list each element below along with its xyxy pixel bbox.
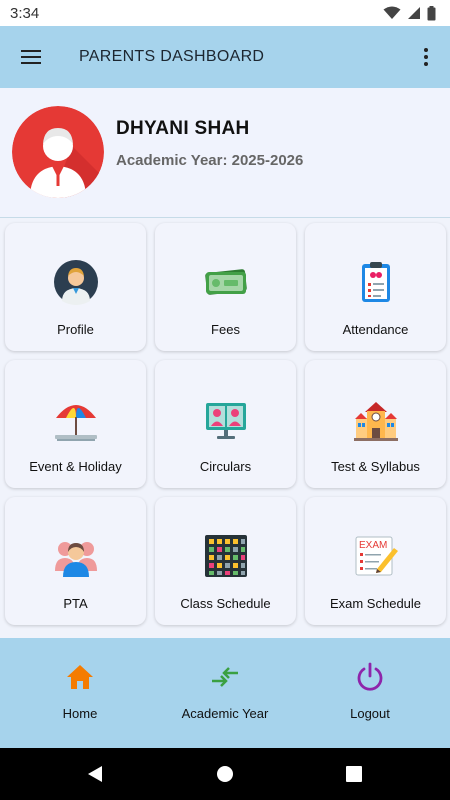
home-circle-icon[interactable] <box>213 762 237 786</box>
nav-label: Home <box>62 706 98 721</box>
presentation-board-icon <box>206 403 246 439</box>
page-title: PARENTS DASHBOARD <box>79 48 265 65</box>
tile-label: Test & Syllabus <box>331 459 420 474</box>
tile-exam-schedule[interactable]: EXAM Exam Schedule <box>305 497 446 625</box>
nav-label: Academic Year <box>181 706 269 721</box>
app-bar: PARENTS DASHBOARD <box>0 26 450 88</box>
more-vert-icon <box>424 48 428 66</box>
system-nav-bar <box>0 748 450 800</box>
wifi-icon <box>383 6 401 19</box>
status-icons <box>383 5 436 21</box>
battery-icon <box>427 5 436 20</box>
tile-label: Fees <box>211 322 240 337</box>
back-icon[interactable] <box>84 762 108 786</box>
exam-paper-icon: EXAM <box>355 536 398 576</box>
avatar-person-icon <box>12 106 104 198</box>
tile-label: Exam Schedule <box>329 596 422 611</box>
calendar-grid-icon <box>205 535 247 577</box>
banknote-icon <box>205 269 247 295</box>
tile-fees[interactable]: Fees <box>155 223 296 351</box>
svg-text:EXAM: EXAM <box>359 540 387 551</box>
swap-arrows-icon <box>212 667 238 687</box>
tile-label: Attendance <box>342 322 409 337</box>
status-time: 3:34 <box>10 4 40 22</box>
nav-label: Logout <box>350 706 390 721</box>
tile-profile[interactable]: Profile <box>5 223 146 351</box>
bottom-nav: Home Academic Year Logout <box>0 638 450 748</box>
tile-pta[interactable]: PTA <box>5 497 146 625</box>
avatar[interactable] <box>12 106 104 198</box>
umbrella-icon <box>55 405 97 441</box>
tile-label: Event & Holiday <box>29 459 122 474</box>
tile-label: Class Schedule <box>180 596 271 611</box>
tile-attendance[interactable]: Attendance <box>305 223 446 351</box>
group-icon <box>55 542 97 577</box>
power-icon <box>357 662 383 691</box>
person-icon <box>54 260 98 305</box>
nav-logout[interactable]: Logout <box>295 638 445 748</box>
recents-icon[interactable] <box>342 762 366 786</box>
tile-class-schedule[interactable]: Class Schedule <box>155 497 296 625</box>
home-icon <box>67 665 93 689</box>
nav-academic-year[interactable]: Academic Year <box>150 638 300 748</box>
nav-home[interactable]: Home <box>5 638 155 748</box>
tile-event-holiday[interactable]: Event & Holiday <box>5 360 146 488</box>
tile-label: PTA <box>63 596 88 611</box>
hamburger-icon <box>21 50 41 64</box>
tile-label: Circulars <box>199 459 252 474</box>
tile-label: Profile <box>57 322 94 337</box>
student-name: DHYANI SHAH <box>116 118 250 139</box>
academic-year-text: Academic Year: 2025-2026 <box>116 152 304 169</box>
dashboard-grid: Profile Fees Attendance Event & Holiday … <box>0 218 450 638</box>
tile-circulars[interactable]: Circulars <box>155 360 296 488</box>
more-options-button[interactable] <box>402 26 450 88</box>
school-building-icon <box>354 402 398 441</box>
tile-test-syllabus[interactable]: Test & Syllabus <box>305 360 446 488</box>
signal-icon <box>408 7 420 19</box>
status-bar: 3:34 <box>0 0 450 26</box>
clipboard-icon <box>362 262 390 302</box>
menu-button[interactable] <box>0 26 62 88</box>
profile-header: DHYANI SHAH Academic Year: 2025-2026 <box>0 88 450 218</box>
